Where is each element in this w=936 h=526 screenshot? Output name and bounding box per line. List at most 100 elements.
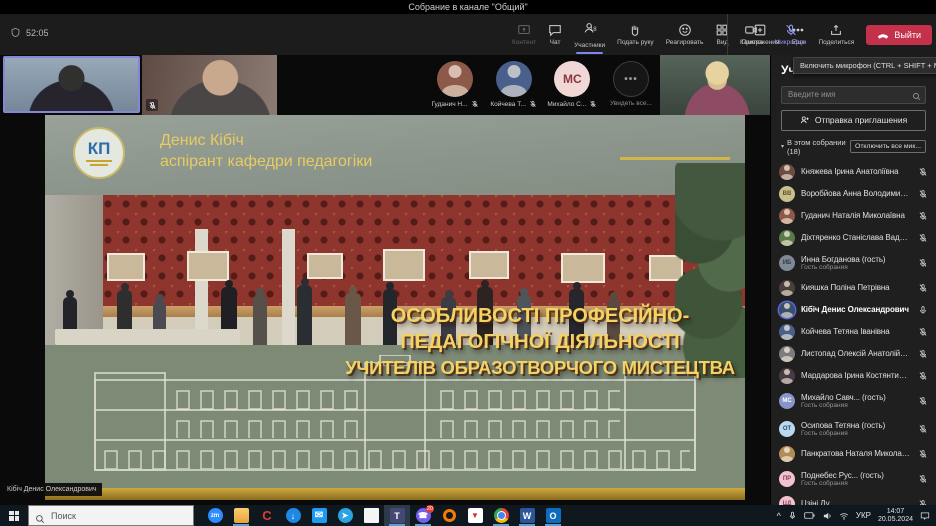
presenter-role: аспірант кафедри педагогіки — [160, 151, 372, 172]
share-button[interactable]: Поделиться — [812, 14, 860, 55]
participant-name: Діхтяренко Станіслава Вадимів... — [801, 233, 911, 242]
word-icon[interactable]: W — [514, 505, 540, 526]
participant-avatar — [779, 280, 795, 296]
participants-button[interactable]: 18 Участники — [568, 14, 611, 55]
taskbar-icons: zm C↓✉➤ T☎20 ▼ WO — [202, 505, 566, 526]
participant-sub: Гость собрания — [801, 264, 911, 271]
participant-row[interactable]: Княжева Ірина Анатоліївна — [771, 161, 936, 183]
participant-avatar: ВВ — [779, 186, 795, 202]
smiley-icon — [678, 23, 692, 37]
tray-battery-icon[interactable] — [804, 511, 815, 520]
participant-row[interactable]: ПР Поднебес Рус... (гость) Гость собрани… — [771, 465, 936, 493]
avatar-strip: Гуданич Н... Койчева Т... МС Михайло С..… — [428, 55, 658, 115]
telegram-icon[interactable]: ➤ — [332, 505, 358, 526]
mic-off-icon — [917, 211, 928, 221]
zoom-app-icon[interactable]: zm — [202, 505, 228, 526]
strip-tile-gudanych[interactable]: Гуданич Н... — [428, 55, 482, 115]
teams-icon[interactable]: T — [384, 505, 410, 526]
mic-off-icon — [917, 283, 928, 293]
content-button[interactable]: Контент — [506, 14, 542, 55]
language-indicator[interactable]: УКР — [856, 511, 871, 520]
start-button[interactable] — [0, 505, 28, 526]
leave-button[interactable]: Выйти — [866, 25, 932, 45]
participant-row[interactable]: Мардарова Ірина Костянтинівна — [771, 365, 936, 387]
participant-row[interactable]: ИБ Инна Богданова (гость) Гость собрания — [771, 249, 936, 277]
participant-row[interactable]: Панкратова Наталя Миколаївна — [771, 443, 936, 465]
mic-off-icon — [917, 371, 928, 381]
participant-search-input[interactable] — [781, 86, 926, 104]
viber-icon[interactable]: ☎20 — [410, 505, 436, 526]
raise-hand-button[interactable]: Подать руку — [611, 14, 660, 55]
video-thumbnail-2[interactable] — [142, 55, 277, 115]
participant-row[interactable]: ВВ Воробйова Анна Володимирівна — [771, 183, 936, 205]
video-thumbnail-3[interactable] — [660, 55, 770, 115]
participant-avatar — [779, 302, 795, 318]
ccleaner-icon[interactable]: C — [254, 505, 280, 526]
participant-row[interactable]: ОТ Осипова Тетяна (гость) Гость собрания — [771, 415, 936, 443]
mic-off-icon — [917, 474, 928, 484]
notepad-icon[interactable] — [358, 505, 384, 526]
participant-row[interactable]: Кібіч Денис Олександрович — [771, 299, 936, 321]
chat-button[interactable]: Чат — [542, 14, 568, 55]
gold-rule — [620, 157, 730, 160]
orange-ring-icon[interactable] — [436, 505, 462, 526]
in-meeting-section-label[interactable]: ▾ В этом собрании (18) — [781, 138, 850, 156]
file-explorer-icon[interactable] — [228, 505, 254, 526]
mic-off-icon — [917, 233, 928, 243]
tray-clock[interactable]: 14:0720.05.2024 — [878, 508, 913, 524]
window-title: Собрание в канале "Общий" — [0, 0, 936, 14]
outlook-icon[interactable]: O — [540, 505, 566, 526]
taskbar-search[interactable] — [28, 505, 194, 526]
taskbar-search-input[interactable] — [29, 507, 193, 526]
search-icon — [35, 511, 45, 526]
university-logo: КП — [73, 127, 125, 179]
participant-row[interactable]: Листопад Олексій Анатолійович — [771, 343, 936, 365]
mic-off-icon — [917, 449, 928, 459]
screen-share-icon — [517, 23, 531, 37]
mute-all-button[interactable]: Отключить все мик... — [850, 140, 926, 153]
participant-avatar — [779, 346, 795, 362]
send-invite-button[interactable]: Отправка приглашения — [781, 110, 926, 131]
mic-tooltip: Включить микрофон (CTRL + SHIFT + M) — [793, 57, 936, 74]
download-manager-icon[interactable]: ↓ — [280, 505, 306, 526]
participant-row[interactable]: МС Михайло Савч... (гость) Гость собрани… — [771, 387, 936, 415]
participant-row[interactable]: ЦД Цзіні Ду — [771, 493, 936, 506]
participant-row[interactable]: Кияшка Поліна Петрівна — [771, 277, 936, 299]
tray-mic-icon[interactable] — [788, 511, 797, 520]
mic-button[interactable]: Микрофон — [769, 14, 813, 55]
slide-title: ОСОБЛИВОСТІ ПРОФЕСІЙНО- ПЕДАГОГІЧНОЇ ДІЯ… — [340, 303, 740, 381]
mic-off-icon — [917, 189, 928, 199]
chrome-icon[interactable] — [488, 505, 514, 526]
presenter-name-block: Денис Кібіч аспірант кафедри педагогіки — [160, 130, 372, 172]
strip-tile-see-all[interactable]: ••• Увидеть все... — [604, 55, 658, 115]
tray-expand-icon[interactable]: ^ — [777, 511, 781, 521]
camera-button[interactable]: Камера — [734, 14, 769, 55]
mic-off-overlay-icon — [146, 99, 158, 111]
video-thumbnail-speaker[interactable] — [3, 56, 140, 113]
tray-network-icon[interactable] — [839, 511, 849, 521]
mic-off-icon — [917, 167, 928, 177]
strip-tile-koycheva[interactable]: Койчева Т... — [487, 55, 541, 115]
strip-label: Михайло С... — [547, 101, 586, 108]
participant-name: Койчева Тетяна Іванівна — [801, 327, 911, 336]
participant-avatar — [779, 368, 795, 384]
react-button[interactable]: Реагировать — [660, 14, 710, 55]
action-center-icon[interactable] — [920, 511, 930, 521]
strip-tile-mykhailo[interactable]: МС Михайло С... — [545, 55, 599, 115]
mic-off-icon — [917, 396, 928, 406]
mic-muted-icon — [784, 23, 798, 37]
participant-avatar: МС — [779, 393, 795, 409]
mic-off-icon — [917, 327, 928, 337]
tray-speaker-icon[interactable] — [822, 511, 832, 521]
hangup-icon — [877, 30, 889, 40]
stream-tile-icon[interactable]: ▼ — [462, 505, 488, 526]
participant-row[interactable]: Гуданич Наталія Миколаївна — [771, 205, 936, 227]
mic-off-icon — [471, 100, 479, 108]
participant-avatar — [779, 208, 795, 224]
participant-sub: Гость собрания — [801, 430, 911, 437]
chevron-down-icon: ▾ — [781, 143, 784, 150]
participant-row[interactable]: Койчева Тетяна Іванівна — [771, 321, 936, 343]
mail-icon[interactable]: ✉ — [306, 505, 332, 526]
participant-row[interactable]: Діхтяренко Станіслава Вадимів... — [771, 227, 936, 249]
participant-avatar — [779, 446, 795, 462]
